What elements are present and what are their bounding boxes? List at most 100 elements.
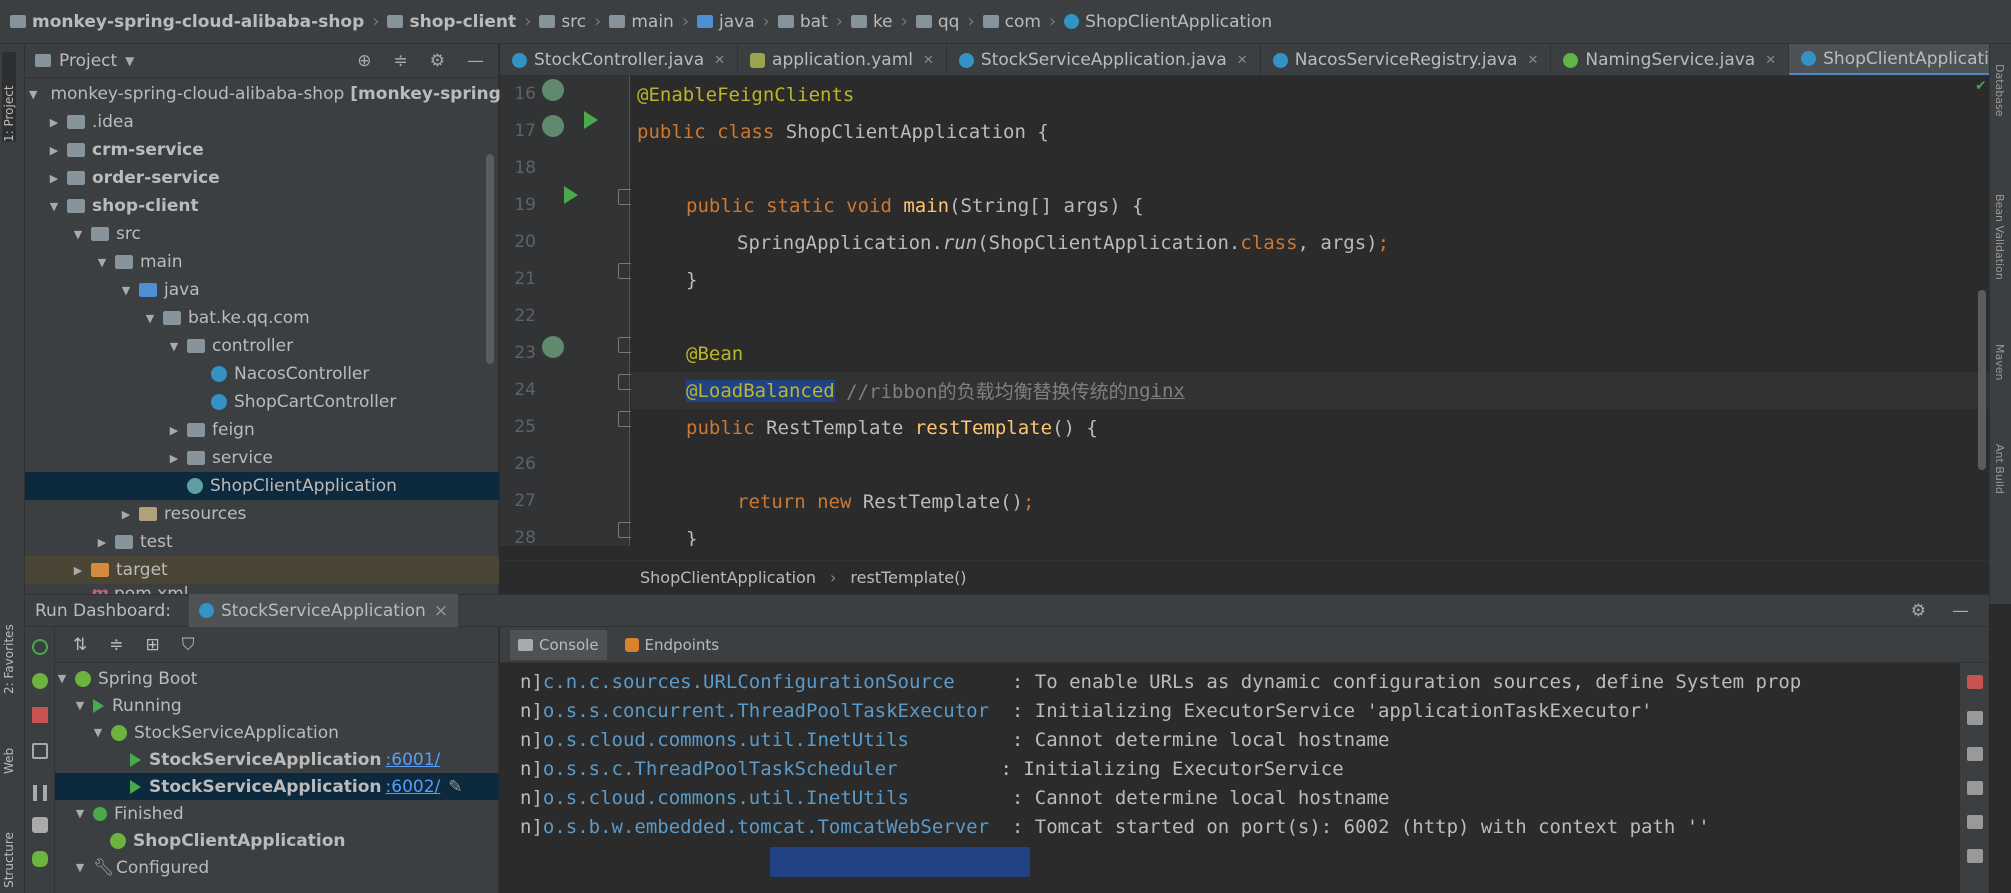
spring-bean-icon[interactable] <box>542 115 564 137</box>
down-icon[interactable] <box>1967 815 1983 829</box>
crumb-module[interactable]: shop-client › <box>387 11 539 32</box>
code-editor[interactable]: @EnableFeignClients public class ShopCli… <box>631 76 1989 546</box>
structure-tool-tab[interactable]: Z: Structure <box>2 814 16 893</box>
maven-tool-tab[interactable]: Maven <box>1993 344 2006 380</box>
stop-icon[interactable] <box>32 707 48 723</box>
project-tool-tab[interactable]: 1: Project <box>2 52 16 142</box>
dash-item-finished[interactable]: ▼ Finished <box>55 800 499 827</box>
spring-bean-icon[interactable] <box>542 79 564 101</box>
crumb-com[interactable]: com › <box>982 11 1065 32</box>
collapse-all-icon[interactable]: ≑ <box>109 635 123 655</box>
crumb-project[interactable]: monkey-spring-cloud-alibaba-shop › <box>10 11 387 32</box>
dash-item-stock-6002[interactable]: StockServiceApplication:6002/✎ <box>55 773 499 800</box>
crumb-java[interactable]: java › <box>697 11 778 32</box>
dash-item-spring-boot[interactable]: ▼ Spring Boot <box>55 665 499 692</box>
tree-item-shopcart-controller[interactable]: ShopCartController <box>25 388 499 416</box>
tab-endpoints[interactable]: Endpoints <box>624 636 719 654</box>
tree-item-controller[interactable]: ▼ controller <box>25 332 499 360</box>
crumb-src[interactable]: src › <box>539 11 609 32</box>
close-icon[interactable]: ✕ <box>923 53 934 68</box>
port-link[interactable]: :6002/ <box>386 777 441 797</box>
database-tool-tab[interactable]: Database <box>1993 64 2006 117</box>
tree-item-shop-client-application[interactable]: ShopClientApplication <box>25 472 499 500</box>
dash-item-shop-client[interactable]: ShopClientApplication <box>55 827 499 854</box>
pause-icon[interactable] <box>33 785 47 801</box>
dash-item-running[interactable]: ▼ Running <box>55 692 499 719</box>
bean-validation-tool-tab[interactable]: Bean Validation <box>1993 194 2006 280</box>
spring-icon[interactable] <box>32 851 48 867</box>
crumb-qq[interactable]: qq › <box>915 11 983 32</box>
dash-item-stock-service[interactable]: ▼ StockServiceApplication <box>55 719 499 746</box>
tree-item-src[interactable]: ▼ src <box>25 220 499 248</box>
ant-build-tool-tab[interactable]: Ant Build <box>1993 444 2006 494</box>
edit-icon[interactable]: ✎ <box>448 777 462 797</box>
chevron-down-icon[interactable]: ▼ <box>125 54 134 68</box>
soft-wrap-icon[interactable] <box>1967 849 1983 863</box>
tree-item-test[interactable]: ▶ test <box>25 528 499 556</box>
filter-icon[interactable]: ⛉ <box>182 635 195 655</box>
tree-item-service[interactable]: ▶ service <box>25 444 499 472</box>
run-icon[interactable] <box>584 111 598 129</box>
favorites-tool-tab[interactable]: 2: Favorites <box>2 604 16 694</box>
tree-item-feign[interactable]: ▶ feign <box>25 416 499 444</box>
crumb-main[interactable]: main › <box>609 11 697 32</box>
scroll-to-end-icon[interactable] <box>1967 747 1983 761</box>
project-scrollbar[interactable] <box>486 154 494 364</box>
tree-item-target[interactable]: ▶ target <box>25 556 499 584</box>
tab-application-yaml[interactable]: application.yaml ✕ <box>738 44 947 75</box>
close-icon[interactable]: ✕ <box>1527 53 1538 68</box>
debug-icon[interactable] <box>32 673 48 689</box>
close-icon[interactable]: × <box>434 601 448 621</box>
tree-item-nacos-controller[interactable]: NacosController <box>25 360 499 388</box>
run-icon[interactable] <box>564 186 578 204</box>
up-icon[interactable] <box>1967 781 1983 795</box>
editor-scrollbar[interactable] <box>1978 290 1986 470</box>
console-output[interactable]: n] c.n.c.sources. URLConfigurationSource … <box>500 663 1960 893</box>
tab-shop-client-application[interactable]: ShopClientApplication.java✕ <box>1789 44 1989 75</box>
expand-all-icon[interactable]: ⇅ <box>73 635 87 655</box>
crumb-class[interactable]: ShopClientApplication <box>1064 12 1272 32</box>
gear-icon[interactable]: ⚙ <box>1911 601 1926 621</box>
tree-item-shop-client[interactable]: ▼ shop-client <box>25 192 499 220</box>
tree-item-java[interactable]: ▼ java <box>25 276 499 304</box>
tree-item-order-service[interactable]: ▶ order-service <box>25 164 499 192</box>
project-panel-title[interactable]: Project <box>59 51 117 71</box>
breadcrumb-class[interactable]: ShopClientApplication <box>640 568 816 587</box>
layout-icon[interactable] <box>32 743 48 759</box>
edit-icon[interactable] <box>1967 711 1983 725</box>
locate-icon[interactable]: ⊕ <box>357 51 371 71</box>
package-icon <box>187 423 205 437</box>
collapse-all-icon[interactable]: ≑ <box>394 51 408 71</box>
breadcrumb-method[interactable]: restTemplate() <box>850 568 966 587</box>
tab-nacos-service-registry[interactable]: NacosServiceRegistry.java ✕ <box>1261 44 1552 75</box>
group-icon[interactable]: ⊞ <box>146 635 160 655</box>
close-icon[interactable]: ✕ <box>714 53 725 68</box>
dash-item-configured[interactable]: ▼ 🔧︎ Configured <box>55 854 499 881</box>
gear-icon[interactable]: ⚙ <box>430 51 445 71</box>
run-tab-stock-service[interactable]: StockServiceApplication × <box>188 594 459 627</box>
stop-icon[interactable] <box>1967 675 1983 689</box>
web-tool-tab[interactable]: Web <box>2 734 16 774</box>
rerun-icon[interactable] <box>32 639 48 655</box>
port-link[interactable]: :6001/ <box>386 750 441 770</box>
tree-item-package[interactable]: ▼ bat.ke.qq.com <box>25 304 499 332</box>
close-icon[interactable]: ✕ <box>1765 53 1776 68</box>
crumb-bat[interactable]: bat › <box>777 11 851 32</box>
tree-item-root[interactable]: ▼ monkey-spring-cloud-alibaba-shop [monkey… <box>25 80 524 108</box>
dash-item-stock-6001[interactable]: StockServiceApplication:6001/ <box>55 746 499 773</box>
tab-stock-service-application[interactable]: StockServiceApplication.java ✕ <box>947 44 1261 75</box>
hide-icon[interactable]: — <box>1952 601 1969 621</box>
run-dashboard-title: Run Dashboard: <box>35 600 171 621</box>
tab-console[interactable]: Console <box>510 629 607 660</box>
tree-item-idea[interactable]: ▶ .idea <box>25 108 499 136</box>
spring-bean-icon[interactable] <box>542 336 564 358</box>
close-icon[interactable]: ✕ <box>1237 53 1248 68</box>
tree-item-resources[interactable]: ▶ resources <box>25 500 499 528</box>
tree-item-main[interactable]: ▼ main <box>25 248 499 276</box>
tab-naming-service[interactable]: NamingService.java ✕ <box>1551 44 1790 75</box>
tree-item-crm-service[interactable]: ▶ crm-service <box>25 136 499 164</box>
hide-icon[interactable]: — <box>467 51 484 71</box>
tab-stock-controller[interactable]: StockController.java ✕ <box>500 44 739 75</box>
camera-icon[interactable] <box>32 817 48 833</box>
crumb-ke[interactable]: ke › <box>850 11 916 32</box>
